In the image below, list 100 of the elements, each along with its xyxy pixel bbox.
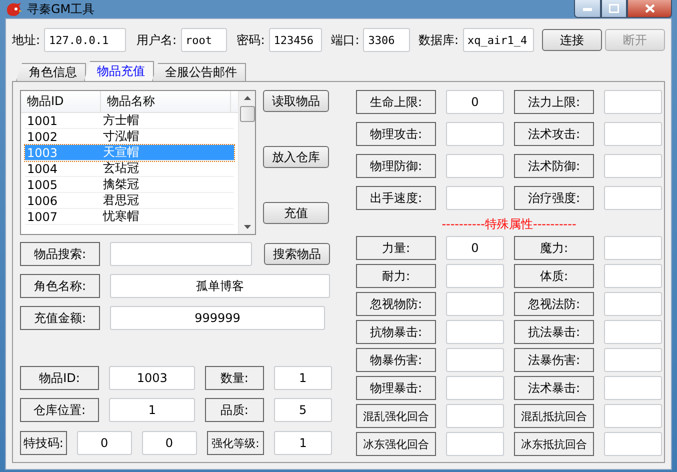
- attribute-field[interactable]: [446, 264, 504, 288]
- attribute-field[interactable]: [446, 404, 504, 428]
- list-row[interactable]: 1006 君思冠: [25, 193, 234, 209]
- attribute-field[interactable]: [446, 154, 504, 178]
- attribute-label: 体质:: [514, 264, 594, 288]
- attribute-label: 忽视物防:: [356, 292, 436, 316]
- attribute-label: 忽视法防:: [514, 292, 594, 316]
- attribute-label: 物理防御:: [356, 154, 436, 178]
- maximize-button[interactable]: [601, 0, 627, 18]
- attribute-label: 冰东抵抗回合: [514, 432, 594, 456]
- special-code-label: 特技码:: [20, 431, 67, 455]
- enhance-level-field[interactable]: 1: [274, 431, 332, 455]
- attribute-field[interactable]: [446, 292, 504, 316]
- item-label: 仓库位置:: [20, 398, 100, 422]
- connection-field[interactable]: root: [180, 28, 227, 52]
- attribute-field[interactable]: [604, 348, 662, 372]
- column-header[interactable]: 物品ID: [21, 91, 101, 112]
- search-label: 物品搜索:: [20, 242, 100, 266]
- action-button[interactable]: 读取物品: [263, 90, 329, 112]
- tab[interactable]: 物品充值: [84, 61, 154, 81]
- item-list[interactable]: 物品ID 物品名称 1001 方士帽 1002 寸泓帽 1003 天宣帽 1004 玄玷冠 1005 擒桀冠 1006 君思冠 1007 忧寒帽: [20, 90, 256, 235]
- attribute-label: 冰东强化回合: [356, 432, 436, 456]
- scrollbar[interactable]: [238, 91, 255, 234]
- item-label: 数量:: [205, 366, 264, 390]
- attribute-label: 魔力:: [514, 236, 594, 260]
- amount-label: 充值金额:: [20, 306, 100, 330]
- attribute-label: 法术暴击:: [514, 376, 594, 400]
- connection-field[interactable]: 123456: [268, 28, 322, 52]
- attribute-field[interactable]: [604, 376, 662, 400]
- attribute-field[interactable]: [604, 90, 662, 114]
- connection-label: 用户名:: [136, 32, 177, 48]
- close-button[interactable]: [627, 0, 672, 18]
- attribute-field[interactable]: [604, 404, 662, 428]
- attribute-field[interactable]: [446, 186, 504, 210]
- item-id-cell-text: 1001: [26, 113, 59, 128]
- bird-icon: [5, 1, 23, 17]
- item-id-cell-text: 1002: [26, 129, 59, 144]
- minimize-icon: [583, 6, 592, 10]
- item-field[interactable]: 1: [274, 366, 332, 390]
- tab[interactable]: 角色信息: [16, 63, 86, 81]
- item-id-cell-text: 1003: [26, 145, 59, 160]
- attribute-label: 抗法暴击:: [514, 320, 594, 344]
- attribute-field[interactable]: [604, 154, 662, 178]
- special-code-field[interactable]: 0: [142, 431, 197, 455]
- item-name-cell-text: 方士帽: [102, 113, 140, 128]
- attribute-field[interactable]: [604, 264, 662, 288]
- role-name-field[interactable]: 孤单博客: [110, 274, 330, 298]
- item-name-cell-text: 玄玷冠: [102, 161, 140, 176]
- list-row[interactable]: 1007 忧寒帽: [25, 209, 234, 225]
- item-id-cell-text: 1005: [26, 177, 59, 192]
- attribute-field[interactable]: [446, 348, 504, 372]
- window-title: 寻秦GM工具: [27, 0, 95, 18]
- attribute-field[interactable]: [604, 432, 662, 456]
- attribute-field[interactable]: [446, 376, 504, 400]
- minimize-button[interactable]: [574, 0, 601, 18]
- scroll-thumb[interactable]: [240, 106, 254, 122]
- item-label: 物品ID:: [20, 366, 100, 390]
- item-field[interactable]: 1003: [109, 366, 196, 390]
- attribute-field[interactable]: [446, 122, 504, 146]
- attribute-label: 法暴伤害:: [514, 348, 594, 372]
- section-divider-text: ----------特殊属性----------: [440, 216, 578, 232]
- amount-field[interactable]: 999999: [110, 306, 325, 330]
- attribute-field[interactable]: [604, 292, 662, 316]
- item-field[interactable]: 5: [274, 398, 332, 422]
- action-button[interactable]: 充值: [263, 202, 329, 224]
- connection-field[interactable]: xq_air1_4: [462, 28, 534, 52]
- list-row[interactable]: 1001 方士帽: [25, 113, 234, 129]
- attribute-field[interactable]: [604, 186, 662, 210]
- item-name-cell-text: 君思冠: [102, 193, 140, 208]
- tab[interactable]: 全服公告邮件: [152, 63, 246, 81]
- item-field[interactable]: 1: [109, 398, 196, 422]
- item-id-cell-text: 1006: [26, 193, 59, 208]
- attribute-label: 法术攻击:: [514, 122, 594, 146]
- attribute-label: 法术防御:: [514, 154, 594, 178]
- connection-field[interactable]: 127.0.0.1: [44, 28, 126, 52]
- item-id-cell-text: 1007: [26, 209, 59, 224]
- attribute-field[interactable]: [604, 236, 662, 260]
- list-row[interactable]: 1005 擒桀冠: [25, 177, 234, 193]
- connection-label: 端口:: [331, 32, 360, 48]
- search-field[interactable]: [110, 242, 252, 266]
- connection-field[interactable]: 3306: [363, 28, 410, 52]
- search-button[interactable]: 搜索物品: [264, 243, 330, 265]
- item-name-cell-text: 忧寒帽: [102, 209, 140, 224]
- column-header[interactable]: 物品名称: [101, 91, 231, 112]
- attribute-field[interactable]: 0: [446, 90, 504, 114]
- special-code-field[interactable]: 0: [76, 431, 132, 455]
- enhance-level-label: 强化等级:: [206, 431, 264, 455]
- action-button[interactable]: 放入仓库: [263, 146, 329, 168]
- connect-button[interactable]: 连接: [542, 29, 602, 51]
- list-row[interactable]: 1004 玄玷冠: [25, 161, 234, 177]
- attribute-field[interactable]: [446, 320, 504, 344]
- attribute-label: 抗物暴击:: [356, 320, 436, 344]
- attribute-field[interactable]: [604, 320, 662, 344]
- attribute-label: 混乱抵抗回合: [514, 404, 594, 428]
- attribute-field[interactable]: 0: [446, 236, 504, 260]
- attribute-label: 力量:: [356, 236, 436, 260]
- role-name-label: 角色名称:: [20, 274, 100, 298]
- connection-label: 地址:: [12, 32, 40, 48]
- attribute-field[interactable]: [446, 432, 504, 456]
- attribute-field[interactable]: [604, 122, 662, 146]
